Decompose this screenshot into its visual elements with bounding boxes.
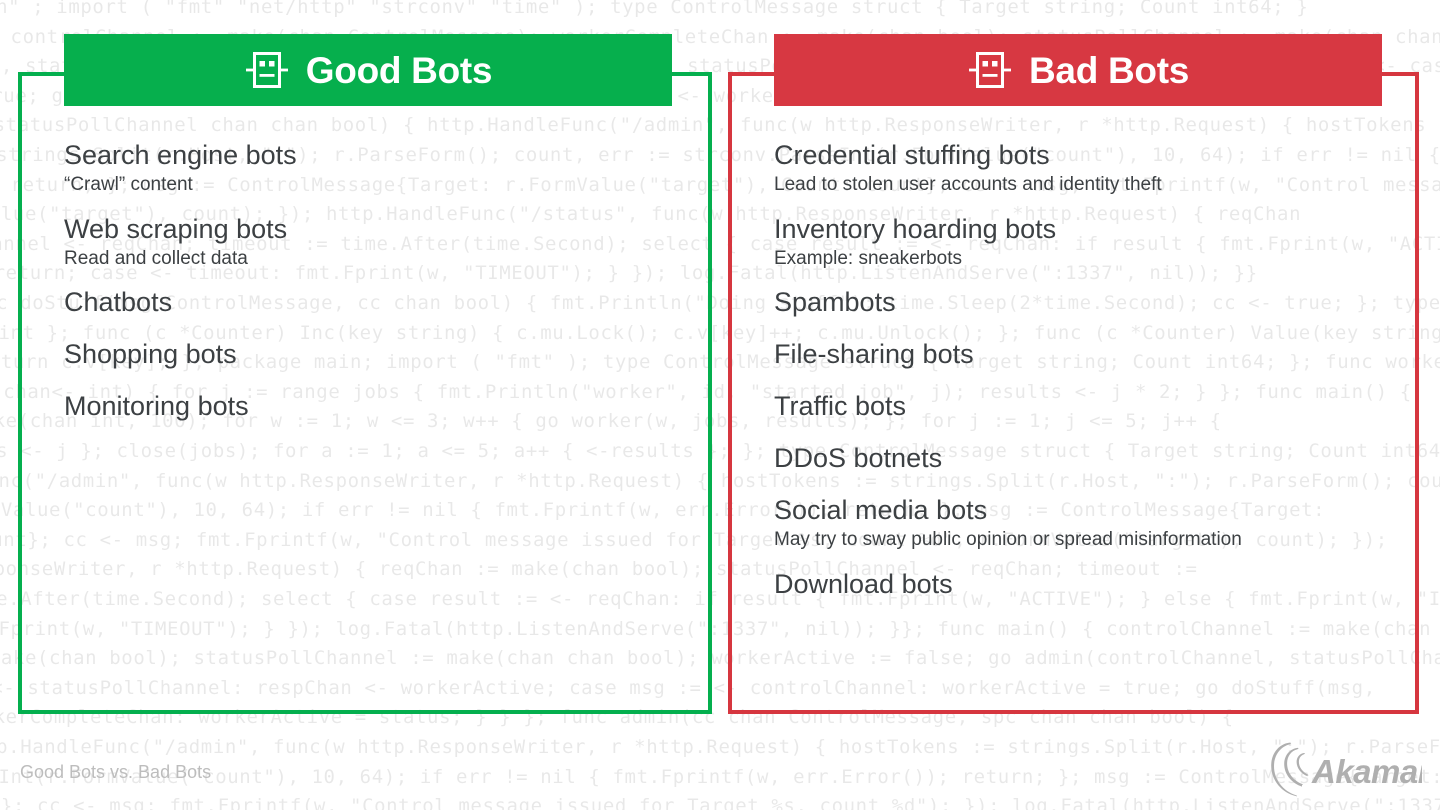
footer-caption: Good Bots vs. Bad Bots [20,762,212,782]
good-bots-list: Search engine bots “Crawl” content Web s… [64,138,692,441]
panel-good-bots-header: Good Bots [64,34,672,106]
bot-name: Credential stuffing bots [774,140,1050,170]
bot-description: Lead to stolen user accounts and identit… [774,174,1162,196]
bot-name: Social media bots [774,495,988,526]
background-code-line: main" ; import ( "fmt" "net/http" "strco… [0,0,1309,18]
robot-face-icon [967,49,1013,91]
bot-name: File-sharing bots [774,339,974,370]
bot-name: Shopping bots [64,339,237,370]
bot-name: Chatbots [64,287,173,318]
bot-name: Spambots [774,287,896,318]
list-item: Monitoring bots [64,389,692,423]
bot-name: Download bots [774,569,953,600]
bot-description: “Crawl” content [64,174,193,196]
list-item: DDoS botnets [774,441,1399,475]
bot-name: Search engine bots [64,140,297,170]
list-item: Web scraping bots Read and collect data [64,212,692,272]
bot-name: Inventory hoarding bots [774,213,1057,244]
bot-description: May try to sway public opinion or spread… [774,529,1242,551]
panel-bad-bots-title: Bad Bots [1029,49,1189,91]
list-item: Chatbots [64,285,692,319]
list-item: Traffic bots [774,389,1399,423]
akamai-logo: Akamai [1262,742,1422,798]
list-item: File-sharing bots [774,337,1399,371]
panel-good-bots: Good Bots Search engine bots “Crawl” con… [18,34,712,714]
panel-good-bots-title: Good Bots [305,49,493,91]
bad-bots-list: Credential stuffing bots Lead to stolen … [774,138,1399,619]
panel-bad-bots-header: Bad Bots [774,34,1382,106]
list-item: Spambots [774,285,1399,319]
list-item: Search engine bots “Crawl” content [64,138,692,198]
bot-name: Web scraping bots [64,213,288,244]
bot-description: Read and collect data [64,247,248,269]
background-code-line: http.HandleFunc("/admin", func(w http.Re… [0,736,1440,758]
bot-name: DDoS botnets [774,443,943,474]
robot-face-icon [244,49,290,91]
list-item: Inventory hoarding bots Example: sneaker… [774,212,1399,272]
svg-text:Akamai: Akamai [1311,753,1422,790]
bot-name: Monitoring bots [64,391,249,422]
background-code-line: "target"), Count: count}; cc <- msg; fmt… [0,795,1440,810]
panel-bad-bots: Bad Bots Credential stuffing bots Lead t… [728,34,1419,714]
background-code-line: strconv.ParseInt(r.FormValue("count"), 1… [0,765,1440,788]
list-item: Social media bots May try to sway public… [774,493,1399,553]
bot-name: Traffic bots [774,391,907,422]
list-item: Download bots [774,567,1399,601]
list-item: Credential stuffing bots Lead to stolen … [774,138,1399,198]
bot-description: Example: sneakerbots [774,247,962,269]
list-item: Shopping bots [64,337,692,371]
